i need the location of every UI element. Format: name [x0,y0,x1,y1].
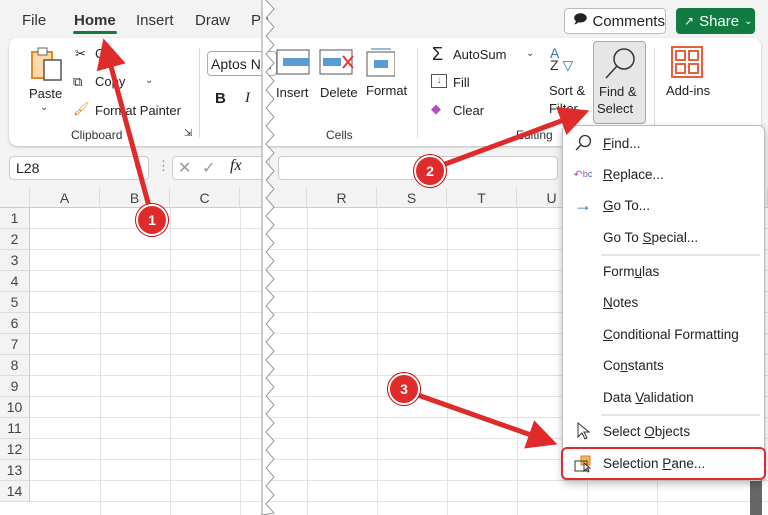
step-badge-2: 2 [414,155,446,187]
arrow-1 [96,38,153,211]
step-badge-1: 1 [136,204,168,236]
arrow-2 [439,106,590,169]
step-badge-3: 3 [388,373,420,405]
callout-arrows [96,38,590,449]
arrow-3 [414,391,558,449]
